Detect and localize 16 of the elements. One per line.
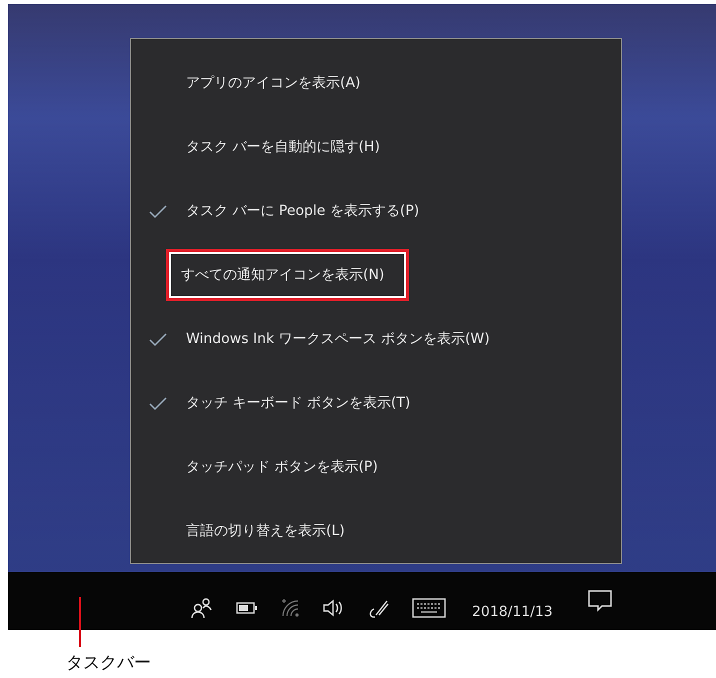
leader-line	[79, 597, 81, 647]
callout-label: タスクバー	[66, 652, 151, 674]
taskbar-date[interactable]: 2018/11/13	[472, 604, 553, 620]
battery-icon[interactable]	[236, 602, 258, 614]
menu-item[interactable]: すべての通知アイコンを表示(N)	[166, 249, 410, 301]
wifi-icon[interactable]	[280, 598, 300, 618]
menu-item[interactable]: タスク バーを自動的に隠す(H)	[183, 121, 401, 173]
menu-item[interactable]: Windows Ink ワークスペース ボタンを表示(W)	[183, 313, 511, 365]
people-icon[interactable]	[190, 597, 214, 619]
notification-icon[interactable]	[586, 589, 613, 613]
menu-item[interactable]: タッチパッド ボタンを表示(P)	[183, 441, 399, 493]
menu-item[interactable]: 言語の切り替えを表示(L)	[183, 505, 366, 557]
menu-item[interactable]: タスク バーに People を表示する(P)	[183, 185, 440, 237]
menu-item[interactable]: アプリのアイコンを表示(A)	[183, 57, 382, 109]
menu-item[interactable]: タッチ キーボード ボタンを表示(T)	[183, 377, 432, 429]
keyboard-icon[interactable]	[412, 598, 446, 618]
